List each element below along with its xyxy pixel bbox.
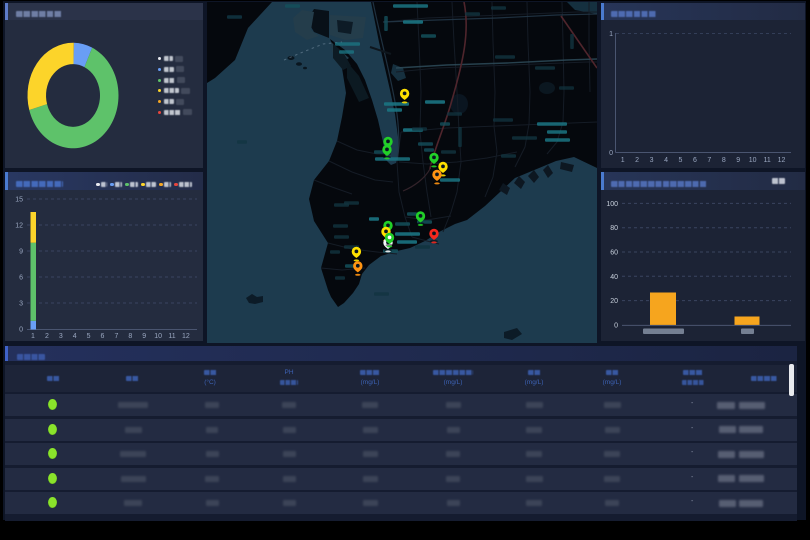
svg-text:7: 7 — [114, 333, 118, 340]
svg-text:10: 10 — [749, 157, 757, 164]
svg-text:2: 2 — [635, 157, 639, 164]
svg-text:12: 12 — [15, 223, 23, 230]
svg-text:3: 3 — [19, 301, 23, 308]
svg-text:0: 0 — [614, 322, 618, 329]
svg-text:10: 10 — [154, 333, 162, 340]
svg-text:20: 20 — [610, 298, 618, 305]
svg-text:8: 8 — [128, 333, 132, 340]
svg-text:9: 9 — [736, 157, 740, 164]
svg-text:4: 4 — [664, 157, 668, 164]
svg-text:80: 80 — [610, 225, 618, 232]
svg-text:9: 9 — [142, 333, 146, 340]
svg-text:11: 11 — [168, 333, 175, 340]
svg-text:6: 6 — [101, 333, 105, 340]
svg-text:40: 40 — [610, 274, 618, 281]
svg-text:1: 1 — [609, 31, 613, 38]
svg-text:12: 12 — [778, 157, 786, 164]
svg-text:4: 4 — [73, 333, 77, 340]
svg-text:6: 6 — [19, 275, 23, 282]
svg-text:1: 1 — [621, 157, 625, 164]
svg-text:5: 5 — [87, 333, 91, 340]
svg-text:0: 0 — [19, 327, 23, 334]
svg-text:2: 2 — [45, 333, 49, 340]
svg-text:12: 12 — [182, 333, 190, 340]
svg-text:5: 5 — [679, 157, 683, 164]
svg-text:1: 1 — [31, 333, 35, 340]
svg-text:15: 15 — [15, 197, 23, 204]
svg-text:3: 3 — [650, 157, 654, 164]
svg-text:0: 0 — [609, 150, 613, 157]
svg-text:3: 3 — [59, 333, 63, 340]
svg-text:6: 6 — [693, 157, 697, 164]
svg-text:11: 11 — [763, 157, 770, 164]
svg-text:9: 9 — [19, 249, 23, 256]
svg-text:8: 8 — [722, 157, 726, 164]
svg-text:60: 60 — [610, 250, 618, 257]
svg-text:7: 7 — [707, 157, 711, 164]
svg-text:100: 100 — [606, 201, 618, 208]
